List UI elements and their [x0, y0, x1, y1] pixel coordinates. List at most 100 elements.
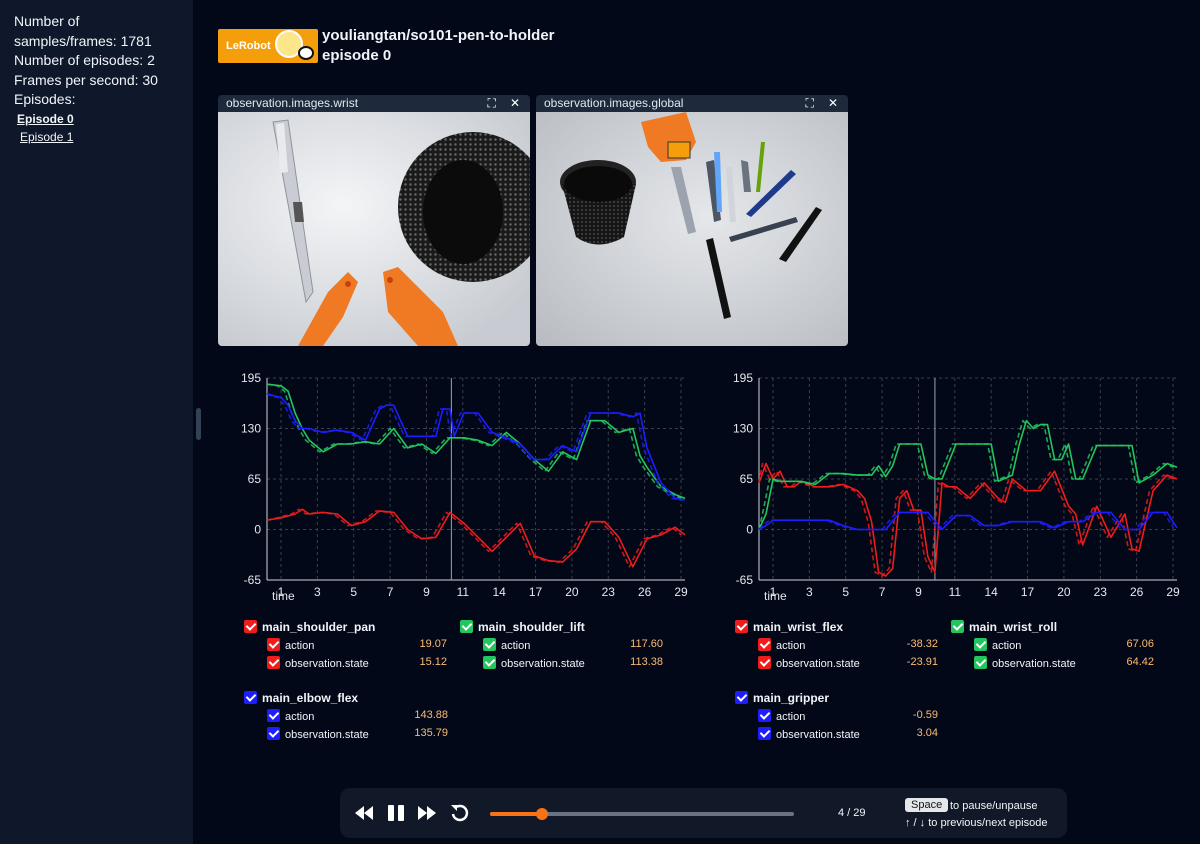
x-tick-label: 17 [529, 585, 543, 599]
legend-row[interactable]: observation.state [267, 656, 369, 670]
legend-title: main_wrist_roll [969, 620, 1058, 634]
repo-name: youliangtan/so101-pen-to-holder [322, 27, 555, 44]
checkbox[interactable] [267, 709, 280, 722]
checkbox[interactable] [974, 656, 987, 669]
y-tick-label: -65 [244, 573, 262, 587]
close-icon[interactable]: ✕ [510, 95, 520, 111]
episodes-heading: Episodes: [14, 91, 76, 107]
legend-row[interactable]: action [483, 638, 530, 652]
checkbox[interactable] [267, 638, 280, 651]
x-tick-label: 26 [1130, 585, 1144, 599]
x-tick-label: 20 [565, 585, 579, 599]
x-tick-label: 9 [423, 585, 430, 599]
checkbox[interactable] [483, 656, 496, 669]
legend-group-shoulder-pan[interactable]: main_shoulder_pan [244, 620, 375, 634]
checkbox[interactable] [244, 691, 257, 704]
x-axis-label: time [272, 589, 295, 603]
legend-title: main_shoulder_lift [478, 620, 585, 634]
progress-slider[interactable] [490, 808, 794, 820]
legend-group-wrist-flex[interactable]: main_wrist_flex [735, 620, 843, 634]
legend-row[interactable]: observation.state [758, 656, 860, 670]
legend-row[interactable]: action [758, 638, 805, 652]
x-tick-label: 26 [638, 585, 652, 599]
camera-panel-wrist: observation.images.wrist ⛶ ✕ [218, 95, 530, 346]
legend-group-shoulder-lift[interactable]: main_shoulder_lift [460, 620, 585, 634]
x-tick-label: 14 [985, 585, 999, 599]
checkbox[interactable] [758, 638, 771, 651]
rewind-icon[interactable] [353, 802, 375, 824]
episode-link-1[interactable]: Episode 1 [20, 128, 179, 146]
legend-row-value: 117.60 [630, 638, 663, 650]
pause-icon[interactable] [385, 802, 407, 824]
checkbox[interactable] [735, 620, 748, 633]
legend-row-label: action [285, 640, 315, 652]
logo-text: LeRobot [226, 40, 271, 52]
fullscreen-icon[interactable]: ⛶ [488, 95, 496, 111]
checkbox[interactable] [244, 620, 257, 633]
playback-bar: 4 / 29 Space to pause/unpause ↑ / ↓ to p… [340, 788, 1067, 838]
legend-row[interactable]: observation.state [758, 727, 860, 741]
legend-group-gripper[interactable]: main_gripper [735, 691, 829, 705]
checkbox[interactable] [758, 656, 771, 669]
fast-forward-icon[interactable] [416, 802, 438, 824]
checkbox[interactable] [758, 727, 771, 740]
legend-row[interactable]: action [974, 638, 1021, 652]
restart-icon[interactable] [449, 802, 471, 824]
fps-label: Frames per second: 30 [14, 71, 158, 88]
sidebar: Number of samples/frames: 1781 Number of… [0, 0, 193, 844]
chart-left-svg[interactable]: 195130650-651 3 5 7 9 11 14 17 20 23 26 29time [230, 365, 690, 610]
checkbox[interactable] [267, 656, 280, 669]
legend-row-value: 19.07 [419, 638, 447, 650]
legend-group-wrist-roll[interactable]: main_wrist_roll [951, 620, 1057, 634]
global-camera-image [536, 112, 848, 346]
legend-title: main_elbow_flex [262, 691, 359, 705]
legend-row[interactable]: action [267, 709, 314, 723]
legend-group-elbow-flex[interactable]: main_elbow_flex [244, 691, 358, 705]
logo-panda-icon [298, 46, 314, 60]
x-tick-label: 29 [1166, 585, 1180, 599]
legend-row-label: observation.state [285, 729, 369, 741]
checkbox[interactable] [460, 620, 473, 633]
chart-right-svg[interactable]: 195130650-651 3 5 7 9 11 14 17 20 23 26 29time [722, 365, 1182, 610]
legend-row-label: action [501, 640, 531, 652]
x-tick-label: 17 [1021, 585, 1035, 599]
chart-right: 195 130 65 0 -65 1 3 5 7 9 11 14 17 20 23 26 29 time [722, 365, 1182, 615]
legend-row-label: observation.state [776, 658, 860, 670]
y-tick-label: 130 [733, 422, 753, 436]
episode-link-0[interactable]: Episode 0 [17, 110, 179, 128]
sidebar-resize-handle[interactable] [196, 408, 201, 440]
checkbox[interactable] [951, 620, 964, 633]
legend-row-label: action [992, 640, 1022, 652]
y-tick-label: 0 [746, 523, 753, 537]
series-line-main_elbow_flex-action [266, 392, 682, 501]
checkbox[interactable] [483, 638, 496, 651]
legend-row[interactable]: observation.state [974, 656, 1076, 670]
legend-row[interactable]: observation.state [267, 727, 369, 741]
x-tick-label: 5 [350, 585, 357, 599]
arrows-hint: ↑ / ↓ to previous/next episode [905, 817, 1048, 829]
legend-row-value: -23.91 [906, 656, 938, 668]
y-tick-label: 195 [241, 371, 261, 385]
y-tick-label: 65 [740, 472, 754, 486]
y-tick-label: 65 [248, 472, 262, 486]
legend-row[interactable]: action [267, 638, 314, 652]
legend-row-value: -0.59 [912, 709, 938, 721]
x-tick-label: 20 [1057, 585, 1071, 599]
legend-row[interactable]: observation.state [483, 656, 585, 670]
x-tick-label: 5 [842, 585, 849, 599]
samples-count: Number of samples/frames: 1781 [14, 13, 152, 49]
camera-label: observation.images.wrist [226, 96, 359, 110]
checkbox[interactable] [974, 638, 987, 651]
progress-thumb[interactable] [535, 808, 548, 820]
checkbox[interactable] [267, 727, 280, 740]
wrist-camera-image [218, 112, 530, 346]
close-icon[interactable]: ✕ [828, 95, 838, 111]
legend-row[interactable]: action [758, 709, 805, 723]
legend-row-label: observation.state [992, 658, 1076, 670]
checkbox[interactable] [735, 691, 748, 704]
legend-row-label: action [285, 711, 315, 723]
fullscreen-icon[interactable]: ⛶ [806, 95, 814, 111]
page-title: youliangtan/so101-pen-to-holder episode … [322, 26, 555, 66]
checkbox[interactable] [758, 709, 771, 722]
y-tick-label: 130 [241, 422, 261, 436]
